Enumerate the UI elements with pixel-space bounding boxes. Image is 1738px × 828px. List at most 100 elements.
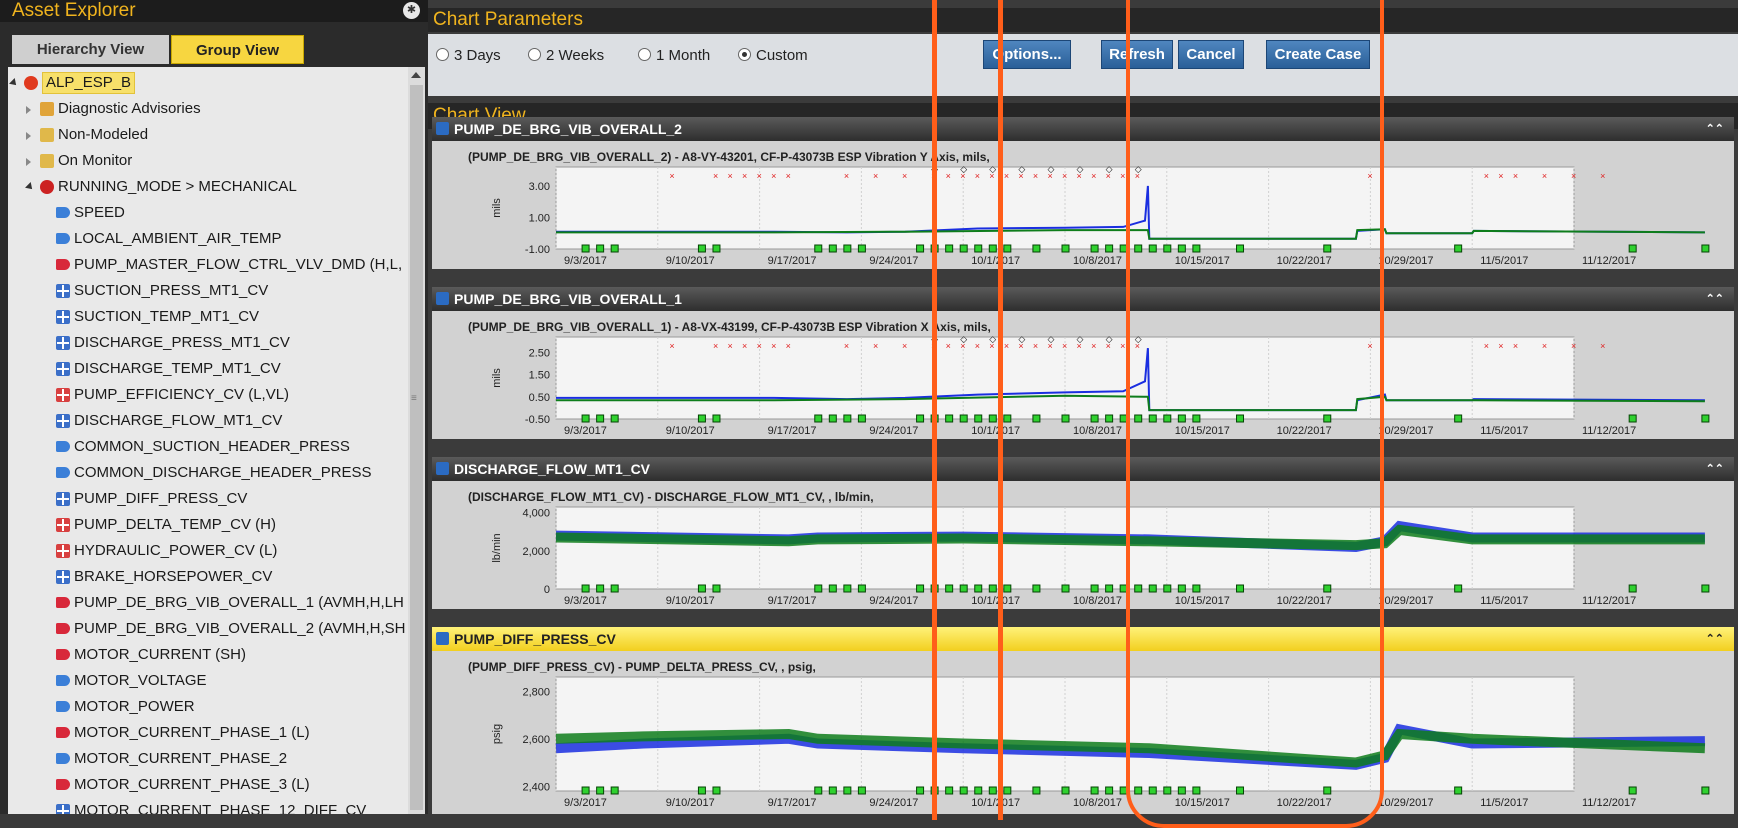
event-marker[interactable] bbox=[1163, 244, 1172, 253]
alert-marker[interactable]: × bbox=[786, 171, 791, 181]
tree-item[interactable]: SPEED bbox=[8, 201, 408, 225]
event-marker[interactable] bbox=[1134, 244, 1143, 253]
event-marker[interactable] bbox=[596, 786, 605, 795]
diamond-marker[interactable]: ◇ bbox=[931, 164, 938, 174]
diamond-marker[interactable]: ◇ bbox=[960, 164, 967, 174]
radio-custom[interactable]: Custom bbox=[738, 47, 808, 64]
event-marker[interactable] bbox=[581, 584, 590, 593]
collapsed-arrow-icon[interactable] bbox=[26, 158, 31, 166]
event-marker[interactable] bbox=[1148, 786, 1157, 795]
radio-1-month[interactable]: 1 Month bbox=[638, 47, 710, 64]
alert-marker[interactable]: × bbox=[713, 341, 718, 351]
tree-item[interactable]: MOTOR_CURRENT_PHASE_1 (L) bbox=[8, 721, 408, 745]
alert-marker[interactable]: × bbox=[902, 341, 907, 351]
diamond-marker[interactable]: ◇ bbox=[1135, 164, 1142, 174]
event-marker[interactable] bbox=[610, 414, 619, 423]
event-marker[interactable] bbox=[1105, 414, 1114, 423]
diamond-marker[interactable]: ◇ bbox=[1018, 334, 1025, 344]
alert-marker[interactable]: × bbox=[1484, 171, 1489, 181]
diamond-marker[interactable]: ◇ bbox=[989, 164, 996, 174]
pin-icon[interactable]: ✱ bbox=[403, 2, 420, 19]
event-marker[interactable] bbox=[857, 584, 866, 593]
event-marker[interactable] bbox=[988, 414, 997, 423]
splitter-grip-icon[interactable]: ≡ bbox=[411, 393, 417, 404]
tree-item[interactable]: COMMON_DISCHARGE_HEADER_PRESS bbox=[8, 461, 408, 485]
event-marker[interactable] bbox=[988, 244, 997, 253]
alert-marker[interactable]: × bbox=[975, 171, 980, 181]
event-marker[interactable] bbox=[1061, 786, 1070, 795]
event-marker[interactable] bbox=[1323, 786, 1332, 795]
event-marker[interactable] bbox=[1119, 414, 1128, 423]
alert-marker[interactable]: × bbox=[771, 171, 776, 181]
alert-marker[interactable]: × bbox=[844, 341, 849, 351]
radio-selected-icon[interactable] bbox=[738, 48, 751, 61]
tree-item[interactable]: DISCHARGE_FLOW_MT1_CV bbox=[8, 409, 408, 433]
event-marker[interactable] bbox=[814, 414, 823, 423]
diamond-marker[interactable]: ◇ bbox=[960, 334, 967, 344]
event-marker[interactable] bbox=[1032, 786, 1041, 795]
chart-plot[interactable]: 9/3/2017 9/10/2017 9/17/2017 9/24/2017 10/1/… bbox=[432, 287, 1734, 439]
event-marker[interactable] bbox=[1032, 244, 1041, 253]
tree-item[interactable]: PUMP_DE_BRG_VIB_OVERALL_1 (AVMH,H,LH bbox=[8, 591, 408, 615]
alert-marker[interactable]: × bbox=[757, 341, 762, 351]
event-marker[interactable] bbox=[1454, 244, 1463, 253]
event-marker[interactable] bbox=[1236, 584, 1245, 593]
tree-item[interactable]: PUMP_DIFF_PRESS_CV bbox=[8, 487, 408, 511]
alert-marker[interactable]: × bbox=[1600, 171, 1605, 181]
event-marker[interactable] bbox=[828, 414, 837, 423]
event-marker[interactable] bbox=[959, 584, 968, 593]
event-marker[interactable] bbox=[959, 244, 968, 253]
alert-marker[interactable]: × bbox=[1484, 341, 1489, 351]
tree-item[interactable]: MOTOR_CURRENT_PHASE_2 bbox=[8, 747, 408, 771]
tree-item[interactable]: PUMP_DE_BRG_VIB_OVERALL_2 (AVMH,H,SH bbox=[8, 617, 408, 641]
event-marker[interactable] bbox=[843, 786, 852, 795]
alert-marker[interactable]: × bbox=[1542, 171, 1547, 181]
tab-group-view[interactable]: Group View bbox=[171, 35, 304, 64]
event-marker[interactable] bbox=[1236, 414, 1245, 423]
event-marker[interactable] bbox=[581, 414, 590, 423]
event-marker[interactable] bbox=[959, 786, 968, 795]
alert-marker[interactable]: × bbox=[873, 341, 878, 351]
diamond-marker[interactable]: ◇ bbox=[1077, 334, 1084, 344]
tree-item[interactable]: MOTOR_POWER bbox=[8, 695, 408, 719]
event-marker[interactable] bbox=[1177, 584, 1186, 593]
event-marker[interactable] bbox=[1701, 584, 1710, 593]
event-marker[interactable] bbox=[974, 584, 983, 593]
options-button[interactable]: Options... bbox=[983, 40, 1071, 69]
event-marker[interactable] bbox=[1163, 414, 1172, 423]
event-marker[interactable] bbox=[945, 584, 954, 593]
event-marker[interactable] bbox=[945, 786, 954, 795]
event-marker[interactable] bbox=[1061, 414, 1070, 423]
radio-3-days[interactable]: 3 Days bbox=[436, 47, 501, 64]
event-marker[interactable] bbox=[916, 584, 925, 593]
event-marker[interactable] bbox=[712, 786, 721, 795]
event-marker[interactable] bbox=[959, 414, 968, 423]
alert-marker[interactable]: × bbox=[1513, 171, 1518, 181]
scroll-thumb[interactable] bbox=[410, 85, 423, 810]
event-marker[interactable] bbox=[712, 584, 721, 593]
event-marker[interactable] bbox=[1701, 786, 1710, 795]
tree-item[interactable]: PUMP_DELTA_TEMP_CV (H) bbox=[8, 513, 408, 537]
event-marker[interactable] bbox=[1032, 584, 1041, 593]
event-marker[interactable] bbox=[930, 414, 939, 423]
diamond-marker[interactable]: ◇ bbox=[931, 334, 938, 344]
event-marker[interactable] bbox=[828, 244, 837, 253]
event-marker[interactable] bbox=[1003, 244, 1012, 253]
expanded-arrow-icon[interactable] bbox=[25, 182, 35, 192]
create-case-button[interactable]: Create Case bbox=[1266, 40, 1370, 69]
event-marker[interactable] bbox=[1134, 584, 1143, 593]
tree-item[interactable]: MOTOR_CURRENT_PHASE_12_DIFF_CV bbox=[8, 799, 408, 814]
event-marker[interactable] bbox=[828, 584, 837, 593]
tree-item[interactable]: PUMP_EFFICIENCY_CV (L,VL) bbox=[8, 383, 408, 407]
event-marker[interactable] bbox=[1628, 244, 1637, 253]
event-marker[interactable] bbox=[1236, 244, 1245, 253]
event-marker[interactable] bbox=[1454, 584, 1463, 593]
radio-2-weeks[interactable]: 2 Weeks bbox=[528, 47, 604, 64]
event-marker[interactable] bbox=[712, 244, 721, 253]
alert-marker[interactable]: × bbox=[975, 341, 980, 351]
diamond-marker[interactable]: ◇ bbox=[989, 334, 996, 344]
alert-marker[interactable]: × bbox=[1571, 171, 1576, 181]
event-marker[interactable] bbox=[1628, 786, 1637, 795]
event-marker[interactable] bbox=[974, 414, 983, 423]
event-marker[interactable] bbox=[1148, 244, 1157, 253]
